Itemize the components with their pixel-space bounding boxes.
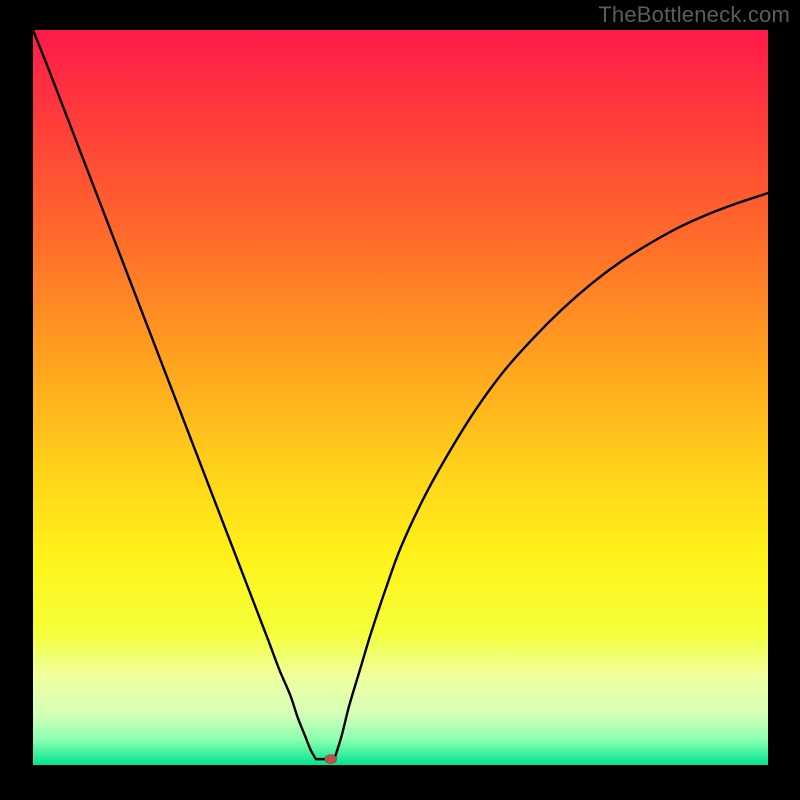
plot-background	[33, 30, 768, 765]
watermark-text: TheBottleneck.com	[598, 2, 790, 28]
bottleneck-chart	[0, 0, 800, 800]
chart-stage: TheBottleneck.com	[0, 0, 800, 800]
optimum-marker	[325, 755, 337, 764]
